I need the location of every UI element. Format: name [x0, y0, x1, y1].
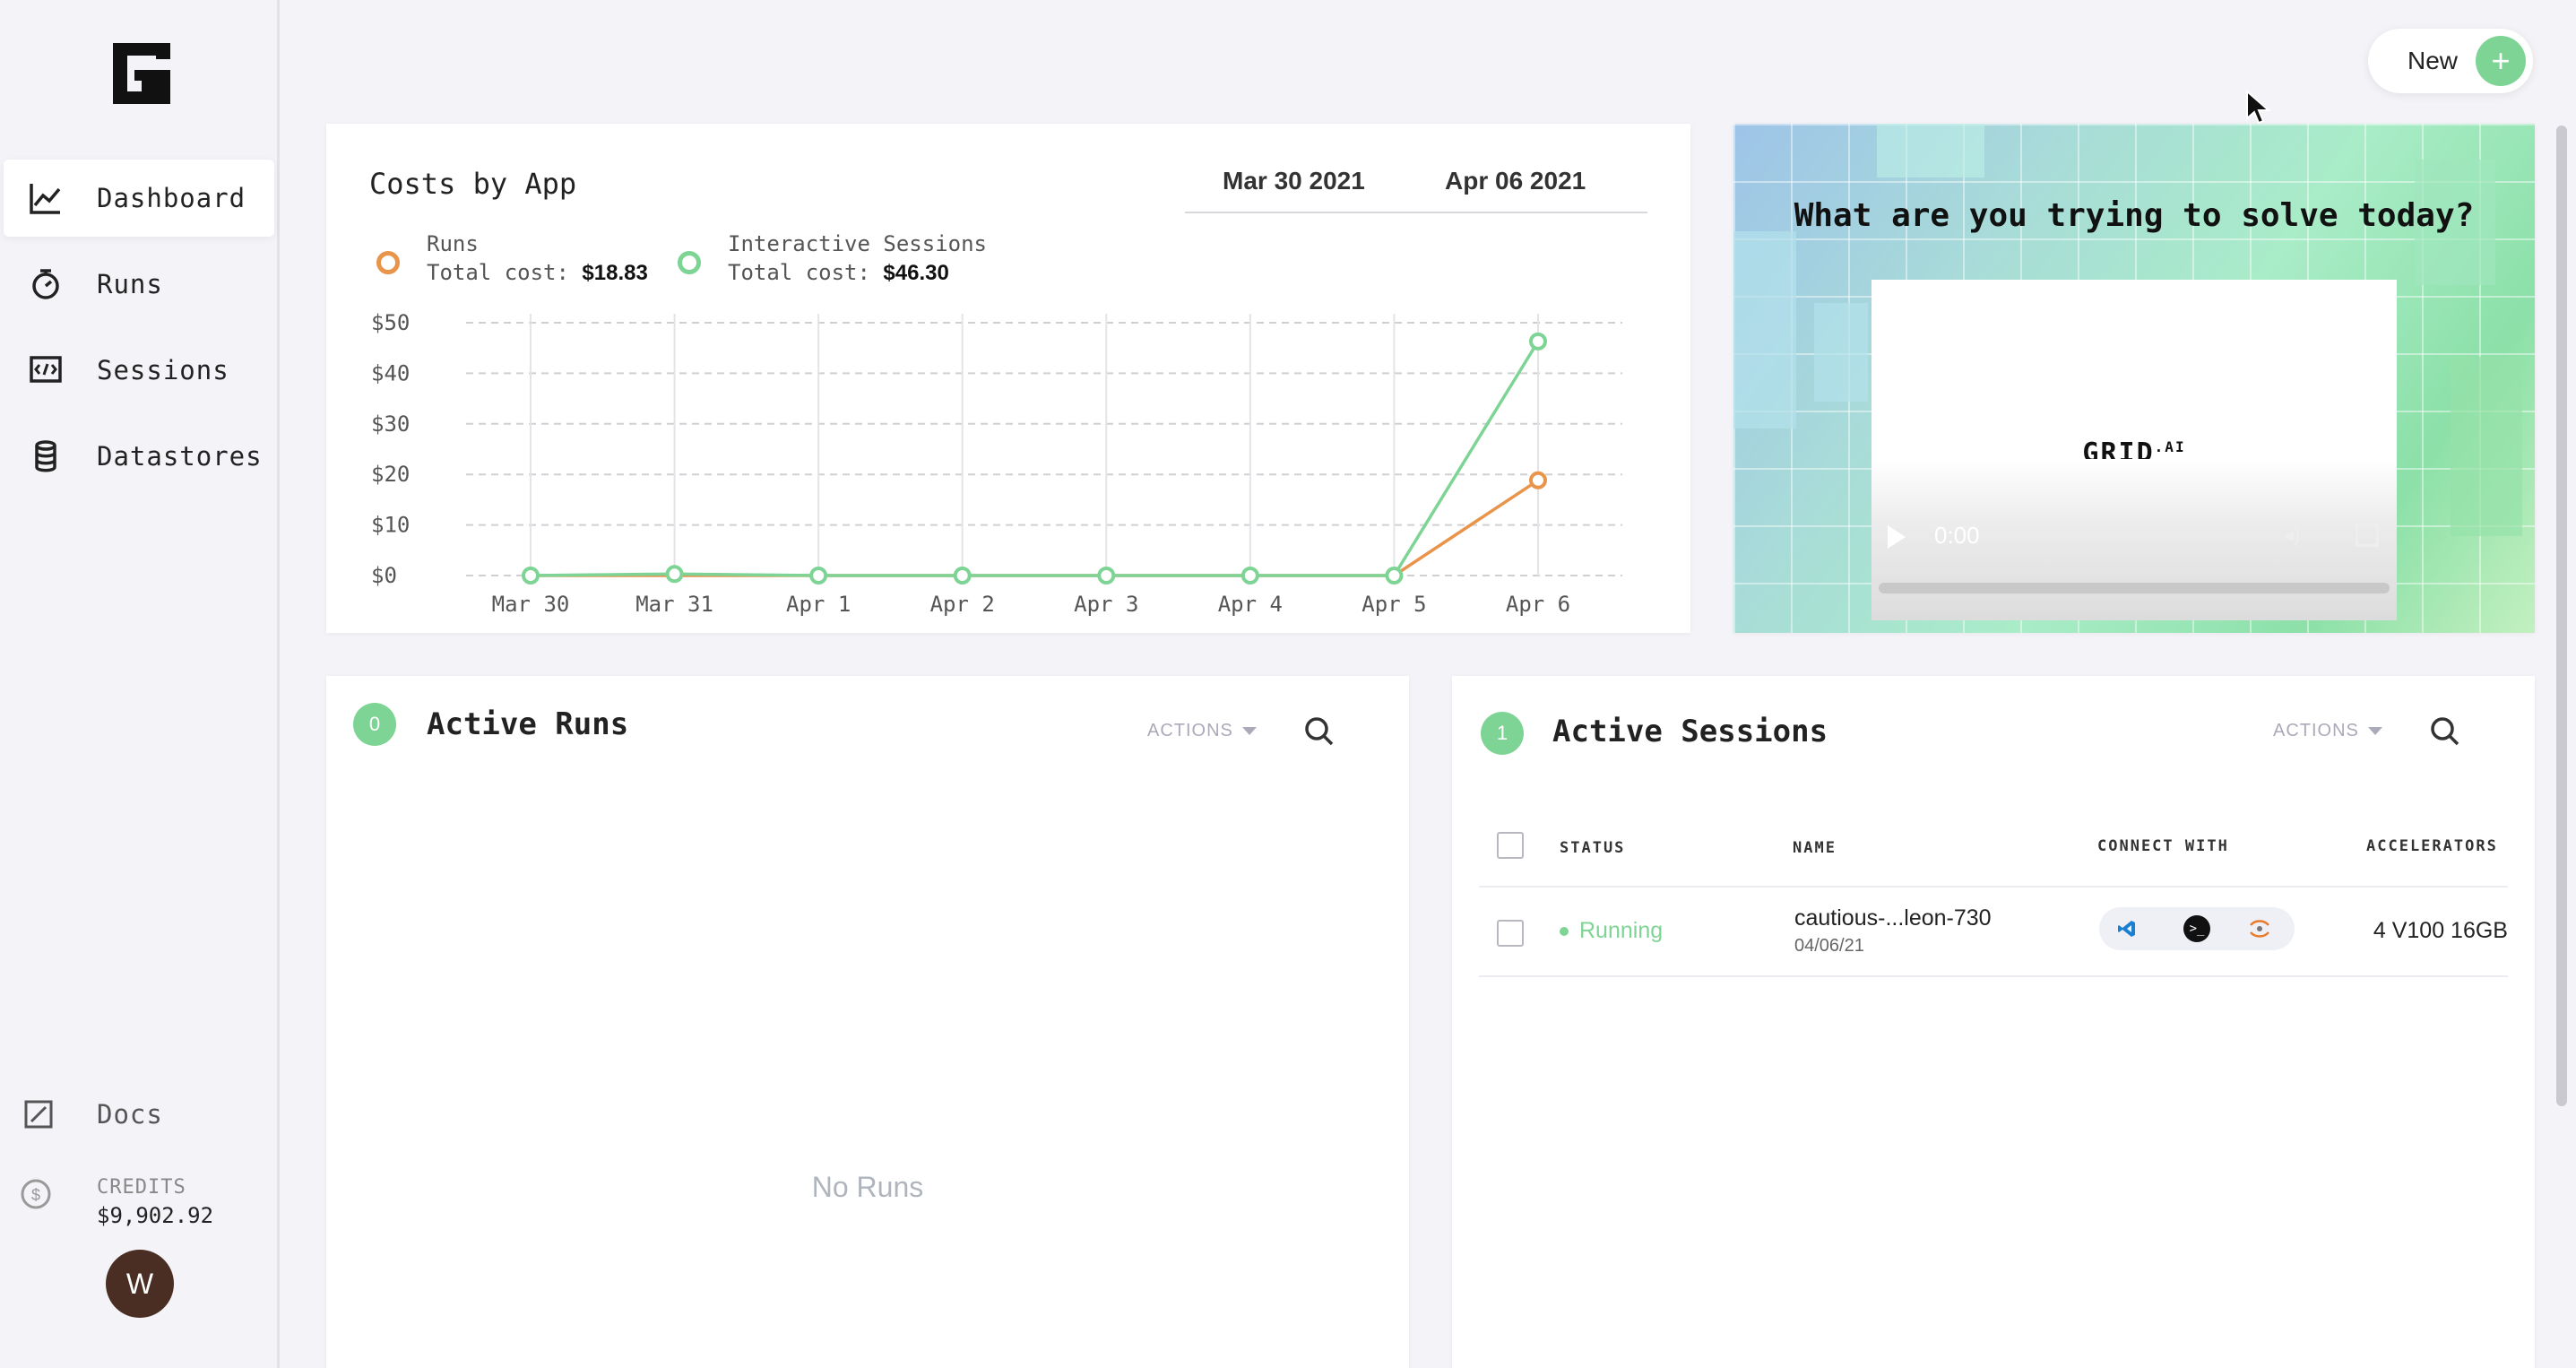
sidebar-item-label: Docs — [97, 1099, 163, 1130]
data-point — [809, 567, 828, 584]
series-line-0 — [531, 479, 1539, 577]
video-controls: 0:00 ◂) — [1871, 459, 2397, 620]
sessions-actions-dropdown[interactable]: ACTIONS — [2273, 721, 2382, 741]
svg-text:$: $ — [31, 1186, 40, 1204]
jupyter-icon[interactable] — [2246, 915, 2273, 942]
connect-with-group: >_ — [2099, 907, 2295, 950]
sidebar-item-label: Sessions — [97, 355, 229, 385]
data-point — [953, 567, 972, 584]
grid-logo-icon[interactable] — [106, 39, 177, 108]
intro-video-card: What are you trying to solve today? GRID… — [1733, 124, 2535, 633]
session-name[interactable]: cautious-...leon-730 — [1794, 905, 1992, 931]
column-header-name[interactable]: NAME — [1793, 839, 1837, 857]
column-header-connect: CONNECT WITH — [2097, 837, 2229, 855]
series-line-1 — [530, 340, 1540, 577]
sidebar-item-sessions[interactable]: Sessions — [4, 332, 274, 409]
data-point — [522, 567, 540, 584]
data-point — [1529, 332, 1547, 351]
video-progress-bar[interactable] — [1879, 583, 2390, 593]
sessions-count-badge: 1 — [1481, 712, 1524, 755]
x-tick-label: Mar 30 — [492, 592, 570, 617]
mouse-cursor-icon — [2246, 90, 2270, 125]
column-header-status[interactable]: STATUS — [1560, 839, 1625, 857]
bg-block — [1733, 231, 1796, 429]
empty-state: No Runs — [811, 1171, 924, 1203]
y-tick-label: $10 — [371, 513, 410, 538]
x-tick-label: Apr 3 — [1074, 592, 1138, 617]
page-scrollbar[interactable] — [2556, 126, 2567, 1106]
status-badge: Running — [1560, 918, 1663, 944]
caret-down-icon — [1241, 727, 1257, 735]
code-window-icon — [23, 348, 68, 393]
bg-block — [2451, 357, 2522, 536]
video-time: 0:00 — [1934, 522, 1980, 549]
active-sessions-title: Active Sessions — [1552, 714, 1828, 749]
active-runs-title: Active Runs — [427, 706, 629, 742]
avatar[interactable]: W — [106, 1250, 174, 1318]
new-button[interactable]: New + — [2368, 29, 2533, 93]
session-date: 04/06/21 — [1794, 936, 1864, 956]
credits-label: CREDITS — [97, 1176, 186, 1199]
sidebar-item-label: Dashboard — [97, 183, 246, 213]
caret-down-icon — [2367, 727, 2382, 735]
search-icon[interactable] — [1301, 714, 1337, 749]
sidebar: Dashboard Runs Sessions Datastores Docs … — [0, 0, 280, 1368]
video-player[interactable]: GRID.AI 0:00 ◂) — [1871, 280, 2397, 620]
runs-count-badge: 0 — [353, 703, 396, 746]
column-header-accelerators[interactable]: ACCELERATORS — [2366, 837, 2498, 855]
sidebar-item-runs[interactable]: Runs — [4, 246, 274, 323]
vscode-icon[interactable] — [2114, 915, 2140, 942]
status-dot — [1560, 926, 1569, 936]
chart-line-icon — [23, 176, 68, 221]
select-all-checkbox[interactable] — [1497, 832, 1524, 859]
data-point — [1529, 471, 1547, 489]
actions-label: ACTIONS — [1147, 721, 1233, 740]
play-icon[interactable] — [1888, 525, 1906, 549]
new-button-label: New — [2407, 47, 2459, 74]
data-point — [665, 565, 684, 584]
actions-label: ACTIONS — [2273, 721, 2359, 740]
sidebar-item-label: Runs — [97, 269, 163, 299]
video-headline: What are you trying to solve today? — [1794, 197, 2475, 234]
y-tick-label: $20 — [371, 462, 410, 487]
docs-icon — [16, 1092, 61, 1137]
y-tick-label: $50 — [371, 310, 410, 335]
table-divider — [1479, 886, 2508, 887]
sidebar-item-dashboard[interactable]: Dashboard — [4, 160, 274, 237]
credits-value: $9,902.92 — [97, 1203, 214, 1228]
fullscreen-icon[interactable] — [2356, 524, 2379, 547]
row-checkbox[interactable] — [1497, 920, 1524, 947]
y-tick-label: $30 — [371, 411, 410, 437]
data-point — [1240, 567, 1259, 584]
x-tick-label: Apr 1 — [786, 592, 851, 617]
data-point — [1097, 567, 1116, 584]
bg-block — [1814, 303, 1868, 402]
terminal-icon[interactable]: >_ — [2183, 915, 2210, 942]
sidebar-item-docs[interactable]: Docs — [4, 1076, 274, 1153]
data-point — [1385, 567, 1404, 584]
costs-line-chart: $0 $10 $20 $30 $40 $50 Mar 30 Mar 31 Apr 1 Apr 2 A… — [371, 310, 1622, 617]
x-tick-label: Apr 5 — [1361, 592, 1426, 617]
runs-actions-dropdown[interactable]: ACTIONS — [1147, 721, 1257, 741]
sidebar-item-datastores[interactable]: Datastores — [4, 418, 274, 495]
table-divider — [1479, 975, 2508, 977]
search-icon[interactable] — [2427, 714, 2463, 749]
active-sessions-card: 1 Active Sessions ACTIONS STATUS NAME CO… — [1452, 676, 2535, 1368]
sidebar-item-label: Datastores — [97, 441, 263, 472]
coin-icon: $ — [21, 1179, 51, 1209]
bg-block — [1877, 124, 1984, 177]
plus-icon: + — [2476, 36, 2526, 86]
database-icon — [23, 434, 68, 479]
volume-icon[interactable]: ◂) — [2284, 524, 2307, 547]
active-runs-card: 0 Active Runs ACTIONS No Runs — [326, 676, 1409, 1368]
y-tick-label: $40 — [371, 360, 410, 385]
costs-card: Costs by App Mar 30 2021 Apr 06 2021 Run… — [326, 124, 1690, 633]
x-tick-label: Apr 4 — [1218, 592, 1283, 617]
y-tick-label: $0 — [371, 563, 397, 588]
x-tick-label: Mar 31 — [635, 592, 713, 617]
x-tick-label: Apr 6 — [1506, 592, 1570, 617]
accelerators-value: 4 V100 16GB — [2373, 918, 2508, 943]
stopwatch-icon — [23, 262, 68, 307]
x-tick-label: Apr 2 — [930, 592, 995, 617]
